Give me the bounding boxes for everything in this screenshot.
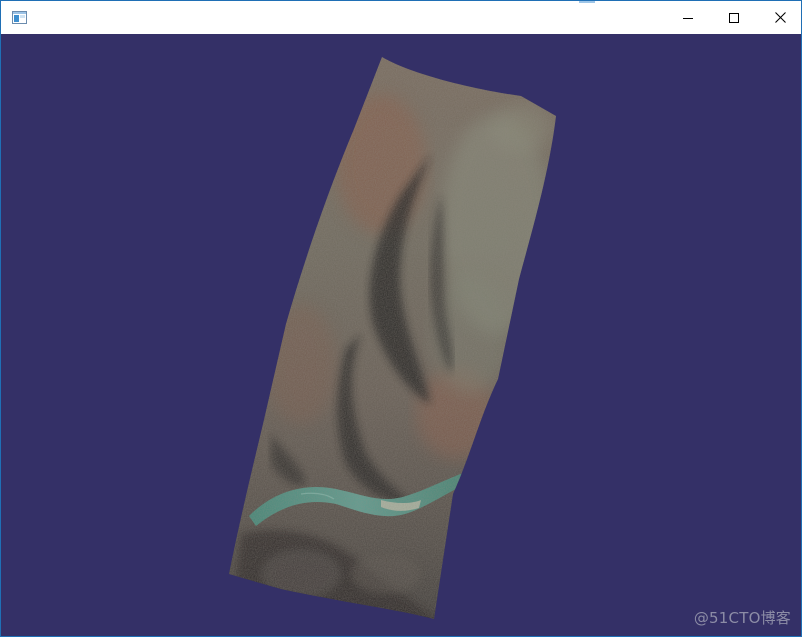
close-icon: [774, 12, 786, 23]
titlebar-accent: [579, 1, 595, 3]
title-bar[interactable]: [1, 1, 801, 34]
minimize-icon: [683, 17, 693, 19]
close-button[interactable]: [757, 1, 802, 34]
terrain-mesh: [229, 57, 556, 619]
watermark-text: @51CTO博客: [693, 609, 791, 627]
minimize-button[interactable]: [665, 1, 711, 34]
app-window: @51CTO博客: [0, 0, 802, 637]
maximize-icon: [729, 12, 739, 23]
app-window-icon: [12, 11, 27, 24]
render-viewport[interactable]: [1, 34, 801, 636]
maximize-button[interactable]: [711, 1, 757, 34]
